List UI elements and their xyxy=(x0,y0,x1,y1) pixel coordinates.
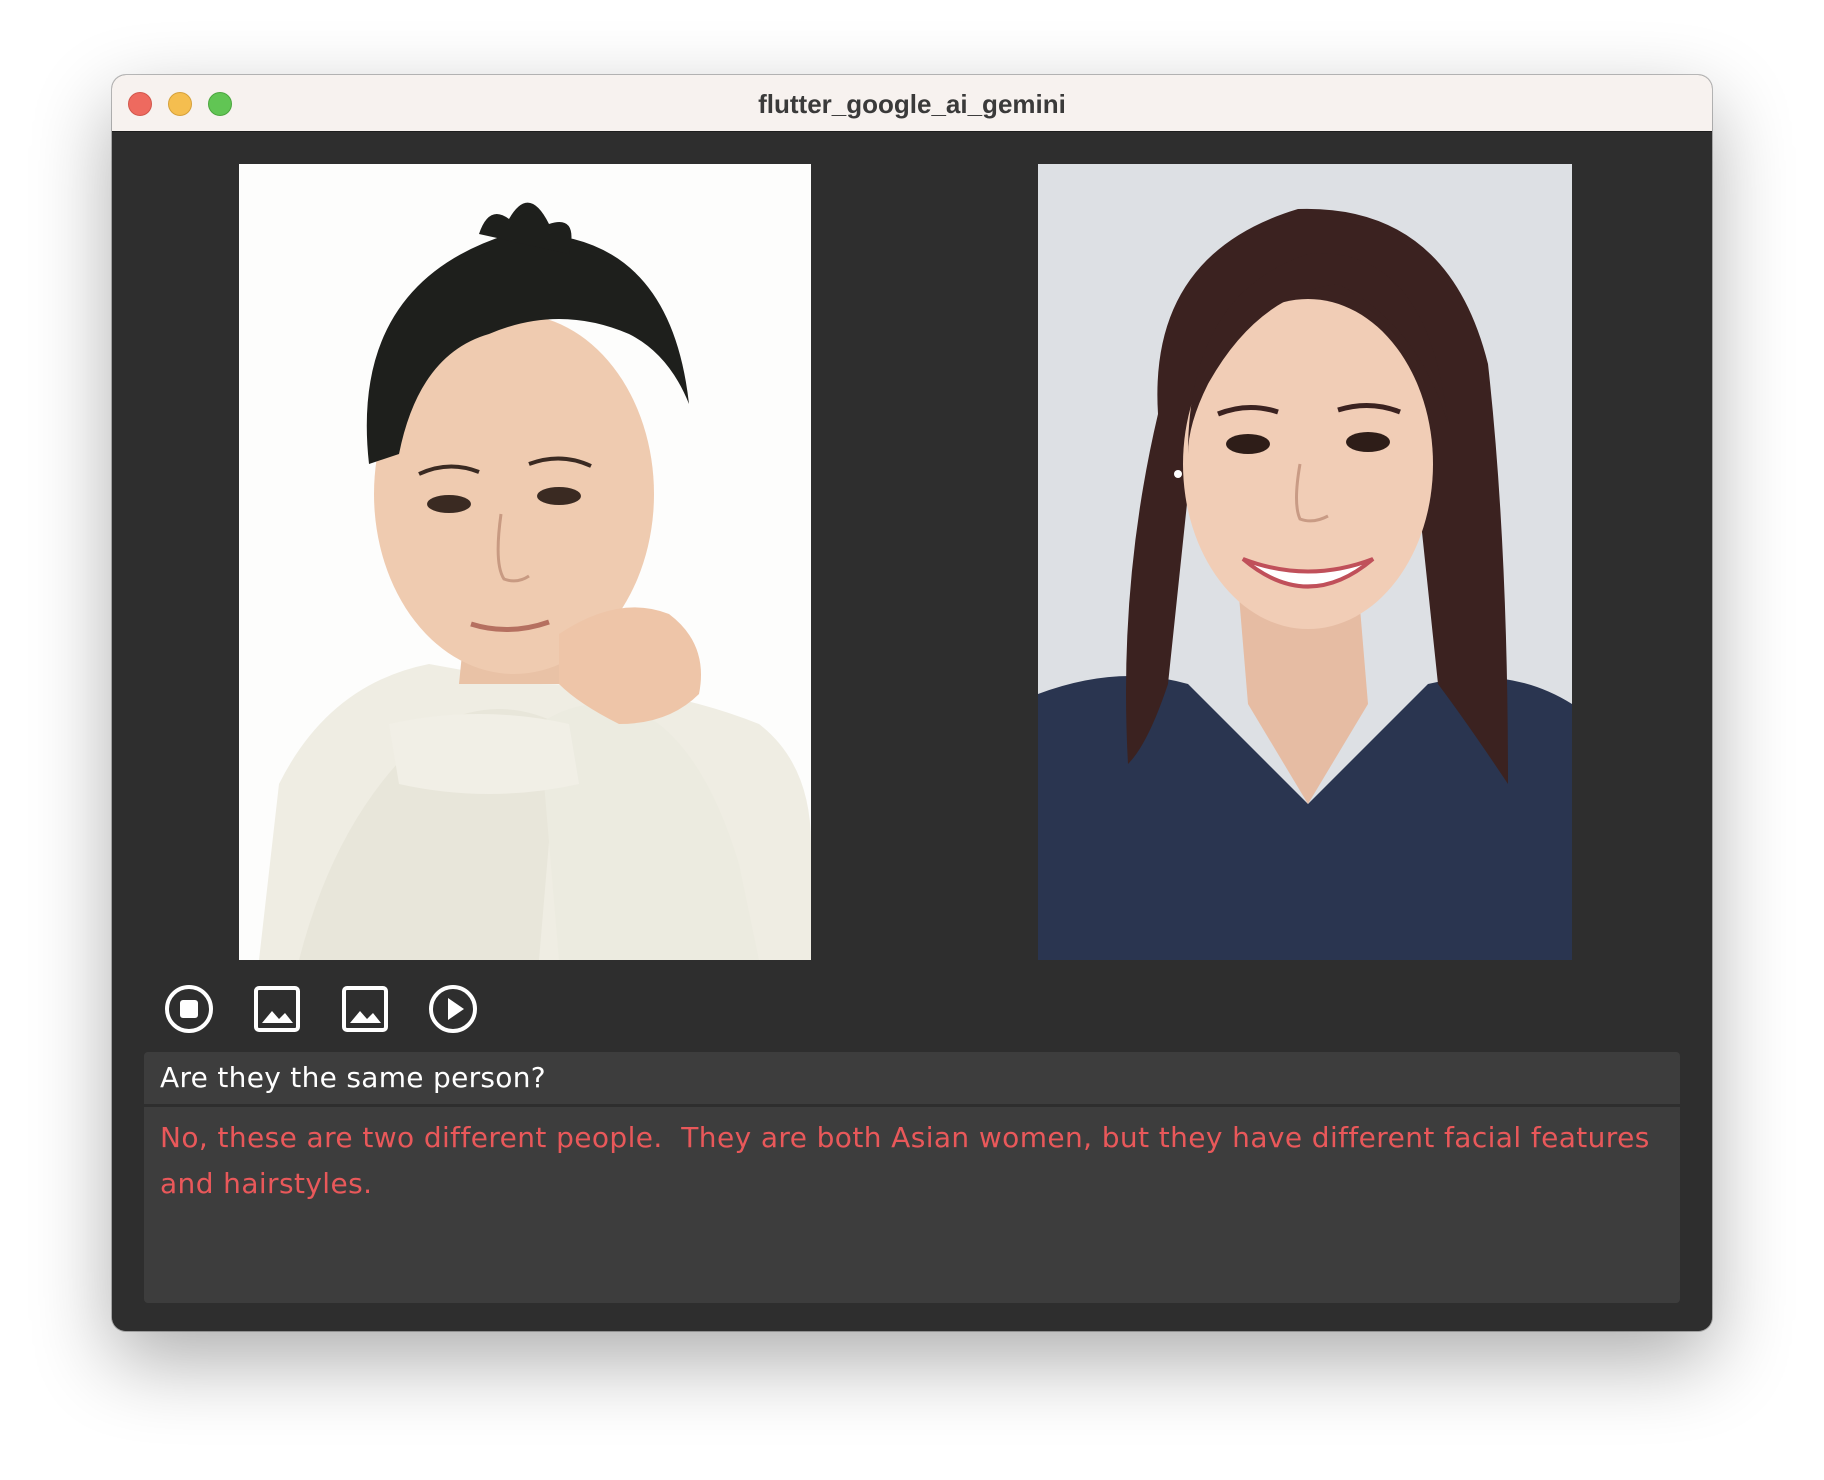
pick-image-1-button[interactable] xyxy=(248,980,306,1038)
prompt-text: Are they the same person? xyxy=(160,1061,546,1094)
first-image xyxy=(239,164,811,960)
stop-circle-icon xyxy=(165,985,213,1033)
second-image xyxy=(1038,164,1572,960)
response-text: No, these are two different people. They… xyxy=(160,1121,1660,1200)
image-icon xyxy=(254,986,300,1032)
app-window: flutter_google_ai_gemini Are they the sa… xyxy=(112,75,1712,1331)
title-bar[interactable]: flutter_google_ai_gemini xyxy=(112,75,1712,132)
response-panel: No, these are two different people. They… xyxy=(144,1107,1680,1303)
pick-image-2-button[interactable] xyxy=(336,980,394,1038)
stop-button[interactable] xyxy=(160,980,218,1038)
image-icon xyxy=(342,986,388,1032)
portrait-photo-icon xyxy=(1038,164,1572,960)
prompt-input[interactable]: Are they the same person? xyxy=(144,1052,1680,1104)
window-title: flutter_google_ai_gemini xyxy=(758,89,1066,119)
app-content: Are they the same person? No, these are … xyxy=(112,132,1712,1331)
play-circle-icon xyxy=(429,985,477,1033)
play-button[interactable] xyxy=(424,980,482,1038)
portrait-photo-icon xyxy=(239,164,811,960)
